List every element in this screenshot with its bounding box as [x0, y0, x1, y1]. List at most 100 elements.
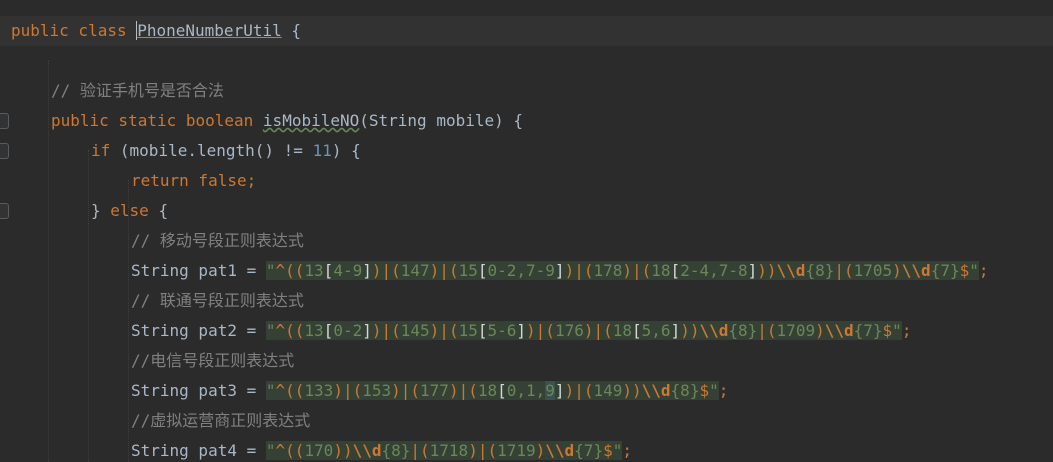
- code-token: 18: [651, 261, 671, 280]
- code-line[interactable]: String pat4 = "^((170))\\d{8}|(1718)|(17…: [0, 436, 1053, 462]
- code-line[interactable]: String pat3 = "^((133)|(153)|(177)|(18[0…: [0, 376, 1053, 406]
- code-token: {8}: [381, 441, 411, 460]
- code-token: $: [882, 321, 893, 340]
- code-token: $: [959, 261, 970, 280]
- code-token: // 移动号段正则表达式: [131, 231, 304, 250]
- code-token: $: [699, 381, 710, 400]
- code-line[interactable]: return false;: [0, 166, 1053, 196]
- code-token: 170: [304, 441, 334, 460]
- line-content: //电信号段正则表达式: [131, 346, 294, 376]
- code-token: String pat1 =: [131, 261, 266, 280]
- code-line[interactable]: // 移动号段正则表达式: [0, 226, 1053, 256]
- code-token: ;: [622, 441, 632, 460]
- code-token: 153: [362, 381, 392, 400]
- code-token: |(: [834, 261, 854, 280]
- code-token: 177: [420, 381, 449, 400]
- code-token: ) {: [331, 141, 361, 160]
- code-line[interactable]: String pat2 = "^((13[0-2])|(145)|(15[5-6…: [0, 316, 1053, 346]
- code-token: )|(: [371, 321, 401, 340]
- code-token: 18: [612, 321, 633, 340]
- code-token: \\d: [776, 261, 806, 280]
- code-token: ): [535, 441, 546, 460]
- line-content: // 验证手机号是否合法: [51, 76, 224, 106]
- code-token: {8}: [728, 321, 758, 340]
- code-line[interactable]: //虚拟运营商正则表达式: [0, 406, 1053, 436]
- code-token: )|(: [371, 261, 401, 280]
- line-content: public class PhoneNumberUtil {: [11, 16, 301, 46]
- code-token: 9: [545, 381, 555, 400]
- code-token: ": [265, 441, 276, 460]
- code-line[interactable]: public class PhoneNumberUtil {: [0, 16, 1053, 46]
- code-token: ;: [978, 261, 989, 280]
- code-token: public class: [11, 21, 137, 40]
- code-token: )|(: [526, 321, 555, 340]
- code-line[interactable]: } else {: [0, 196, 1053, 226]
- code-token: ": [892, 321, 902, 340]
- code-token: if: [91, 141, 120, 160]
- code-token: 145: [400, 321, 430, 340]
- code-line[interactable]: //电信号段正则表达式: [0, 346, 1053, 376]
- code-token: 0-2: [333, 321, 363, 340]
- code-token: isMobileNO: [262, 111, 360, 130]
- code-token: )|(: [429, 321, 459, 340]
- code-token: ;: [718, 381, 729, 400]
- code-token: [: [632, 321, 642, 340]
- code-token: PhoneNumberUtil: [136, 21, 282, 40]
- code-token: {8}: [670, 381, 700, 400]
- code-token: )|(: [468, 441, 498, 460]
- code-token: )): [757, 261, 777, 280]
- code-token: {8}: [805, 261, 835, 280]
- code-token: 11: [312, 141, 332, 160]
- code-token: )|(: [583, 321, 613, 340]
- code-token: |(: [757, 321, 777, 340]
- code-token: ": [612, 441, 623, 460]
- code-token: 147: [400, 261, 430, 280]
- code-token: String pat3 =: [131, 381, 266, 400]
- code-token: String pat2 =: [131, 321, 266, 340]
- code-token: ": [969, 261, 979, 280]
- code-token: ((: [285, 321, 305, 340]
- code-token: // 联通号段正则表达式: [131, 291, 304, 310]
- code-token: ]: [362, 261, 372, 280]
- code-token: $: [603, 441, 613, 460]
- code-line[interactable]: String pat1 = "^((13[4-9])|(147)|(15[0-2…: [0, 256, 1053, 286]
- code-token: [: [323, 321, 334, 340]
- code-token: 0,1,: [506, 381, 546, 400]
- line-content: public static boolean isMobileNO(String …: [51, 106, 523, 136]
- code-token: ^: [275, 381, 286, 400]
- code-token: 4-9: [333, 261, 363, 280]
- code-line[interactable]: [0, 46, 1053, 76]
- code-line[interactable]: if (mobile.length() != 11) {: [0, 136, 1053, 166]
- code-token: 0-2,7-9: [487, 261, 555, 280]
- code-line[interactable]: // 验证手机号是否合法: [0, 76, 1053, 106]
- code-token: 5-6: [487, 321, 517, 340]
- line-content: return false;: [131, 166, 256, 196]
- code-token: ]: [362, 321, 372, 340]
- code-token: )): [680, 321, 700, 340]
- code-token: return false;: [131, 171, 257, 190]
- code-token: 1718: [429, 441, 469, 460]
- code-token: {7}: [930, 261, 960, 280]
- code-line[interactable]: // 联通号段正则表达式: [0, 286, 1053, 316]
- line-content: // 移动号段正则表达式: [131, 226, 304, 256]
- code-token: (mobile.length() !=: [119, 141, 313, 160]
- code-line[interactable]: public static boolean isMobileNO(String …: [0, 106, 1053, 136]
- code-token: 178: [593, 261, 623, 280]
- code-token: ": [265, 381, 276, 400]
- code-token: {: [158, 201, 169, 220]
- code-token: ^: [275, 441, 286, 460]
- code-token: )|(: [564, 381, 594, 400]
- code-token: 13: [304, 261, 324, 280]
- code-token: // 验证手机号是否合法: [51, 81, 224, 100]
- code-token: 1709: [776, 321, 816, 340]
- line-content: if (mobile.length() != 11) {: [91, 136, 361, 166]
- code-token: ]: [554, 381, 565, 400]
- code-token: )|(: [564, 261, 594, 280]
- code-token: 1705: [853, 261, 893, 280]
- code-token: [: [323, 261, 334, 280]
- code-token: 149: [593, 381, 623, 400]
- code-token: \\d: [641, 381, 671, 400]
- code-editor[interactable]: public class PhoneNumberUtil { // 验证手机号是…: [0, 0, 1053, 462]
- code-token: 133: [304, 381, 334, 400]
- code-token: )|(: [429, 261, 459, 280]
